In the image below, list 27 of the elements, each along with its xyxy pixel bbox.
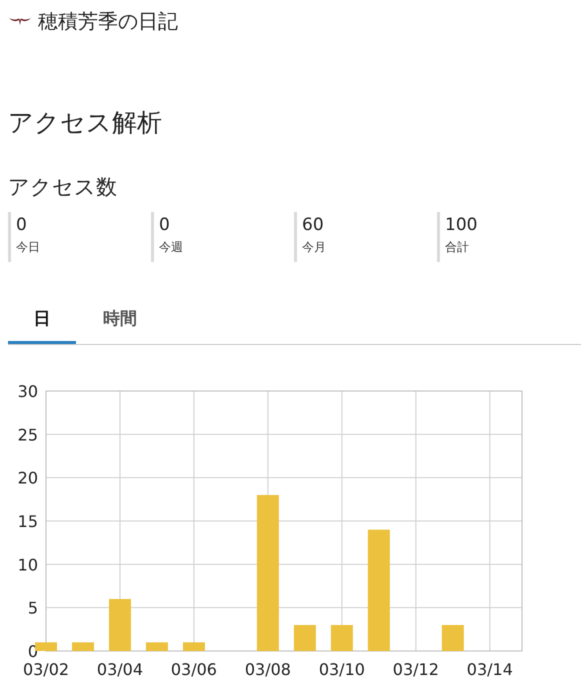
x-tick-label: 03/10 (318, 660, 365, 679)
site-title[interactable]: 穂積芳季の日記 (38, 8, 178, 34)
stat-label: 今日 (16, 239, 41, 256)
stat-value: 0 (16, 214, 28, 237)
x-tick-label: 03/08 (244, 660, 291, 679)
section-title: アクセス数 (8, 174, 118, 201)
page-title: アクセス解析 (8, 107, 163, 139)
stat-label: 今月 (302, 239, 327, 256)
stat-value: 0 (159, 214, 171, 237)
y-tick-label: 5 (28, 598, 38, 618)
x-tick-label: 03/06 (170, 660, 217, 679)
stat-value: 100 (445, 214, 478, 237)
y-tick-label: 20 (18, 468, 38, 488)
bird-icon (8, 16, 32, 26)
x-tick-label: 03/12 (392, 660, 439, 679)
y-tick-label: 15 (18, 512, 38, 531)
y-tick-label: 30 (18, 382, 38, 401)
y-tick-label: 10 (18, 555, 38, 574)
tab[interactable]: 日 (8, 296, 76, 344)
y-tick-label: 25 (18, 425, 38, 444)
stat-label: 今週 (159, 239, 184, 256)
tab[interactable]: 時間 (86, 296, 154, 344)
x-tick-label: 03/04 (96, 660, 144, 679)
x-tick-label: 03/02 (22, 660, 70, 679)
x-tick-label: 03/14 (466, 660, 513, 679)
stat-label: 合計 (445, 239, 470, 256)
stat-value: 60 (302, 214, 325, 237)
